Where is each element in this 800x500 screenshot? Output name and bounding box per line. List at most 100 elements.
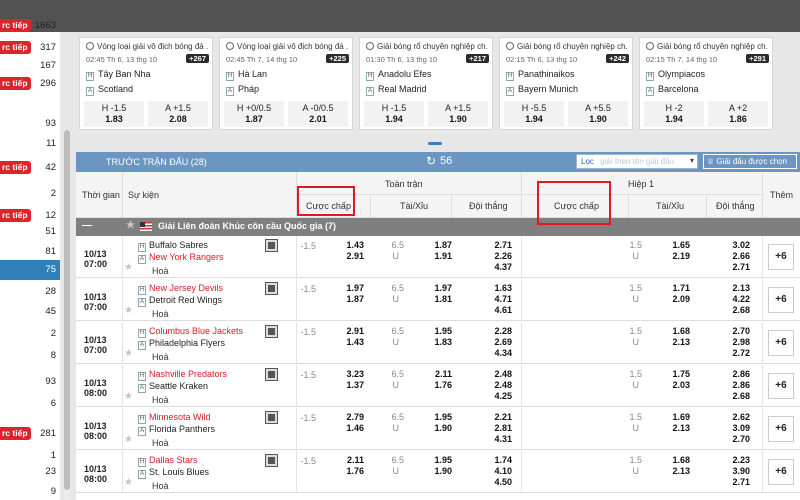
- odds-cell[interactable]: 1.76: [426, 380, 452, 390]
- stats-icon[interactable]: [265, 368, 278, 381]
- more-markets-badge[interactable]: +291: [746, 54, 769, 63]
- more-markets-button[interactable]: +6: [768, 330, 794, 356]
- collapse-icon[interactable]: —: [82, 220, 92, 231]
- favorite-star-icon[interactable]: ★: [124, 305, 133, 316]
- sidebar-item[interactable]: 93: [0, 372, 60, 392]
- odds-cell[interactable]: 1.71: [664, 283, 690, 293]
- odds-cell[interactable]: 2.13: [664, 423, 690, 433]
- more-markets-badge[interactable]: +225: [326, 54, 349, 63]
- league-group-header[interactable]: — ★ Giải Liên đoàn Khúc côn cầu Quốc gia…: [76, 218, 800, 236]
- odds-cell[interactable]: 2.11: [426, 369, 452, 379]
- stats-icon[interactable]: [265, 282, 278, 295]
- stats-icon[interactable]: [265, 325, 278, 338]
- odds-button[interactable]: A +2 1.86: [708, 101, 768, 127]
- odds-cell[interactable]: 2.91: [338, 326, 364, 336]
- odds-cell[interactable]: 2.86: [724, 380, 750, 390]
- odds-button[interactable]: H -5.5 1.94: [504, 101, 564, 127]
- home-team[interactable]: H Minnesota Wild: [138, 412, 211, 424]
- featured-match-card[interactable]: Vòng loại giải vô địch bóng đá ... 02:45 …: [79, 37, 213, 130]
- more-markets-button[interactable]: +6: [768, 244, 794, 270]
- stats-icon[interactable]: [265, 454, 278, 467]
- odds-cell[interactable]: 1.87: [426, 240, 452, 250]
- odds-cell[interactable]: 1.97: [338, 283, 364, 293]
- away-team[interactable]: A New York Rangers: [138, 252, 224, 264]
- odds-cell[interactable]: 2.13: [724, 283, 750, 293]
- away-team[interactable]: A Seattle Kraken: [138, 381, 208, 393]
- featured-match-card[interactable]: Giải bóng rổ chuyên nghiệp ch... 01:30 Th…: [359, 37, 493, 130]
- favorite-star-icon[interactable]: ★: [124, 391, 133, 402]
- odds-cell[interactable]: 1.46: [338, 423, 364, 433]
- odds-cell[interactable]: 3.90: [724, 466, 750, 476]
- stats-icon[interactable]: [265, 239, 278, 252]
- odds-cell[interactable]: 1.69: [664, 412, 690, 422]
- odds-cell[interactable]: 2.28: [486, 326, 512, 336]
- sidebar-item[interactable]: 2: [0, 324, 60, 344]
- odds-cell[interactable]: 1.68: [664, 455, 690, 465]
- sidebar-item[interactable]: 81: [0, 242, 60, 262]
- odds-button[interactable]: H -1.5 1.94: [364, 101, 424, 127]
- odds-button[interactable]: H -2 1.94: [644, 101, 704, 127]
- away-team[interactable]: A Philadelphia Flyers: [138, 338, 225, 350]
- odds-cell[interactable]: 2.19: [664, 251, 690, 261]
- sidebar-item[interactable]: rc tiếp 296: [0, 74, 60, 94]
- home-team[interactable]: H Dallas Stars: [138, 455, 198, 467]
- sidebar-item[interactable]: 11: [0, 134, 60, 154]
- odds-cell[interactable]: 1.95: [426, 455, 452, 465]
- league-filter-select[interactable]: Lọc giải theo tên giải đấu ▾: [576, 154, 698, 169]
- odds-button[interactable]: A -0/0.5 2.01: [288, 101, 348, 127]
- odds-cell[interactable]: 1.90: [426, 423, 452, 433]
- more-markets-button[interactable]: +6: [768, 373, 794, 399]
- featured-match-card[interactable]: Giải bóng rổ chuyên nghiệp ch... 02:15 Th…: [499, 37, 633, 130]
- odds-cell[interactable]: 4.61: [486, 305, 512, 315]
- favorite-star-icon[interactable]: ★: [124, 434, 133, 445]
- away-team[interactable]: A St. Louis Blues: [138, 467, 209, 479]
- odds-cell[interactable]: 4.34: [486, 348, 512, 358]
- odds-cell[interactable]: 2.03: [664, 380, 690, 390]
- favorite-star-icon[interactable]: ★: [124, 348, 133, 359]
- sidebar-item[interactable]: 45: [0, 302, 60, 322]
- sidebar-item[interactable]: 167: [0, 56, 60, 76]
- sidebar-item[interactable]: rc tiếp 317: [0, 38, 60, 58]
- odds-cell[interactable]: 2.71: [724, 477, 750, 487]
- sidebar-item[interactable]: 28: [0, 282, 60, 302]
- odds-button[interactable]: H +0/0.5 1.87: [224, 101, 284, 127]
- odds-cell[interactable]: 2.81: [486, 423, 512, 433]
- odds-cell[interactable]: 2.68: [724, 391, 750, 401]
- favorite-star-icon[interactable]: ★: [124, 477, 133, 488]
- odds-button[interactable]: A +1.5 1.90: [428, 101, 488, 127]
- scrollbar-thumb[interactable]: [64, 130, 70, 490]
- odds-cell[interactable]: 2.13: [664, 337, 690, 347]
- sidebar-item[interactable]: rc tiếp 281: [0, 424, 60, 444]
- odds-cell[interactable]: 2.71: [724, 262, 750, 272]
- odds-cell[interactable]: 1.87: [338, 294, 364, 304]
- home-team[interactable]: H Nashville Predators: [138, 369, 227, 381]
- odds-cell[interactable]: 1.97: [426, 283, 452, 293]
- more-markets-badge[interactable]: +217: [466, 54, 489, 63]
- odds-cell[interactable]: 1.37: [338, 380, 364, 390]
- scrollbar[interactable]: [64, 130, 70, 500]
- odds-cell[interactable]: 4.37: [486, 262, 512, 272]
- odds-cell[interactable]: 1.76: [338, 466, 364, 476]
- carousel-pager[interactable]: [428, 142, 442, 145]
- odds-cell[interactable]: 1.95: [426, 326, 452, 336]
- odds-cell[interactable]: 4.31: [486, 434, 512, 444]
- odds-cell[interactable]: 2.11: [338, 455, 364, 465]
- odds-cell[interactable]: 4.50: [486, 477, 512, 487]
- odds-cell[interactable]: 1.90: [426, 466, 452, 476]
- odds-cell[interactable]: 2.48: [486, 369, 512, 379]
- odds-cell[interactable]: 2.13: [664, 466, 690, 476]
- more-markets-badge[interactable]: +267: [186, 54, 209, 63]
- featured-match-card[interactable]: Vòng loại giải vô địch bóng đá ... 02:45 …: [219, 37, 353, 130]
- odds-cell[interactable]: 2.86: [724, 369, 750, 379]
- sidebar-item[interactable]: 93: [0, 114, 60, 134]
- odds-cell[interactable]: 3.02: [724, 240, 750, 250]
- favorite-star-icon[interactable]: ★: [126, 220, 135, 231]
- home-team[interactable]: H New Jersey Devils: [138, 283, 223, 295]
- odds-cell[interactable]: 2.71: [486, 240, 512, 250]
- odds-cell[interactable]: 4.10: [486, 466, 512, 476]
- odds-cell[interactable]: 2.68: [724, 305, 750, 315]
- odds-cell[interactable]: 1.83: [426, 337, 452, 347]
- more-markets-button[interactable]: +6: [768, 459, 794, 485]
- odds-button[interactable]: H -1.5 1.83: [84, 101, 144, 127]
- odds-cell[interactable]: 2.48: [486, 380, 512, 390]
